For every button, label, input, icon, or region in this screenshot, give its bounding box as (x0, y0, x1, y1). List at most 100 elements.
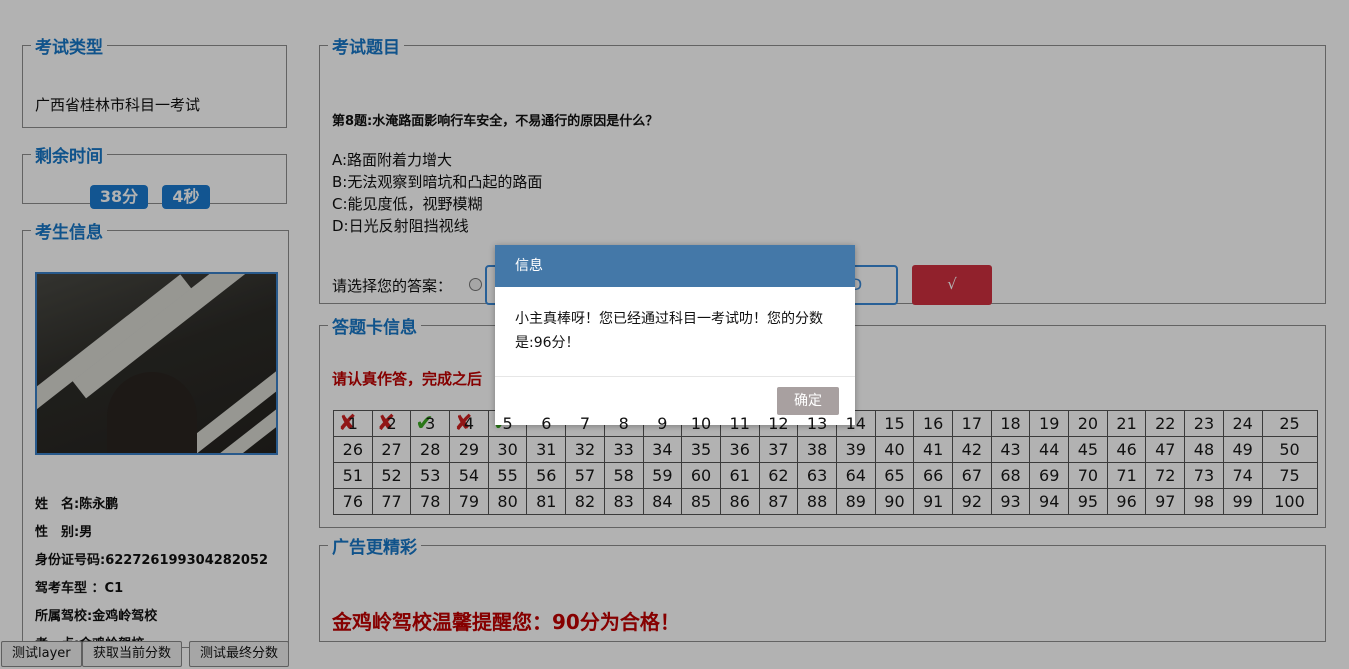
answer-card-number: 85 (690, 492, 712, 511)
answer-card-number: 60 (690, 466, 712, 485)
answer-card-number: 66 (922, 466, 944, 485)
dialog-ok-button[interactable]: 确定 (777, 387, 839, 415)
answer-card-number: 48 (1193, 440, 1215, 459)
answer-card-number: 5 (502, 414, 513, 433)
answer-card-number: 16 (922, 414, 944, 433)
answer-card-number: 15 (884, 414, 905, 433)
answer-card-number: 54 (458, 466, 480, 485)
answer-card-number: 92 (961, 492, 983, 511)
answer-card-number: 57 (574, 466, 596, 485)
answer-card-number: 19 (1039, 414, 1060, 433)
answer-card-number: 53 (420, 466, 441, 485)
answer-card-number: 39 (845, 440, 866, 459)
answer-card-number: 71 (1116, 466, 1137, 485)
answer-card-number: 42 (961, 440, 983, 459)
answer-card-number: 72 (1155, 466, 1176, 485)
answer-card-number: 61 (729, 466, 750, 485)
answer-card-number: 63 (806, 466, 828, 485)
answer-card-number: 68 (1000, 466, 1021, 485)
answer-card-number: 1 (347, 414, 358, 433)
answer-card-number: 98 (1193, 492, 1215, 511)
answer-card-number: 84 (652, 492, 673, 511)
answer-card-number: 25 (1279, 414, 1300, 433)
answer-card-number: 76 (342, 492, 364, 511)
answer-card-number: 27 (381, 440, 402, 459)
answer-card-number: 30 (497, 440, 518, 459)
answer-card-number: 47 (1155, 440, 1176, 459)
answer-card-number: 62 (768, 466, 789, 485)
answer-card-number: 31 (536, 440, 557, 459)
answer-card-number: 3 (425, 414, 436, 433)
answer-card-number: 28 (420, 440, 441, 459)
answer-card-number: 38 (806, 440, 828, 459)
answer-card-number: 14 (845, 414, 866, 433)
answer-card-number: 40 (884, 440, 905, 459)
answer-card-number: 43 (1000, 440, 1021, 459)
answer-card-number: 22 (1155, 414, 1176, 433)
answer-card-number: 80 (497, 492, 518, 511)
answer-card-number: 59 (652, 466, 673, 485)
answer-card-number: 82 (574, 492, 596, 511)
dialog-title: 信息 (495, 245, 855, 287)
answer-card-number: 26 (342, 440, 364, 459)
answer-card-number: 67 (961, 466, 983, 485)
answer-card-number: 9 (657, 414, 668, 433)
answer-card-number: 37 (768, 440, 789, 459)
answer-card-number: 89 (845, 492, 866, 511)
answer-card-number: 90 (884, 492, 905, 511)
answer-card-number: 56 (536, 466, 557, 485)
answer-card-number: 78 (420, 492, 441, 511)
dialog-message: 小主真棒呀！您已经通过科目一考试叻！您的分数是:96分！ (515, 311, 823, 351)
answer-card-number: 24 (1232, 414, 1253, 433)
answer-card-number: 11 (729, 414, 750, 433)
answer-card-number: 88 (806, 492, 828, 511)
answer-card-number: 34 (652, 440, 673, 459)
answer-card-number: 20 (1077, 414, 1099, 433)
answer-card-number: 45 (1077, 440, 1099, 459)
answer-card-number: 58 (613, 466, 634, 485)
answer-card-number: 7 (579, 414, 591, 433)
answer-card-number: 73 (1193, 466, 1215, 485)
answer-card-number: 86 (729, 492, 750, 511)
answer-card-number: 77 (381, 492, 402, 511)
answer-card-number: 83 (613, 492, 634, 511)
answer-card-number: 35 (690, 440, 712, 459)
answer-card-number: 21 (1116, 414, 1137, 433)
answer-card-number: 55 (497, 466, 518, 485)
answer-card-number: 4 (463, 414, 474, 433)
answer-card-number: 97 (1155, 492, 1176, 511)
answer-card-number: 52 (381, 466, 402, 485)
answer-card-number: 91 (922, 492, 944, 511)
answer-card-number: 10 (690, 414, 712, 433)
answer-card-number: 8 (618, 414, 629, 433)
answer-card-number: 69 (1039, 466, 1060, 485)
answer-card-number: 33 (613, 440, 634, 459)
answer-card-number: 44 (1039, 440, 1060, 459)
score-dialog: 信息 小主真棒呀！您已经通过科目一考试叻！您的分数是:96分！ 确定 (495, 245, 855, 425)
answer-card-number: 95 (1077, 492, 1099, 511)
answer-card-number: 79 (458, 492, 480, 511)
answer-card-number: 87 (768, 492, 789, 511)
answer-card-number: 70 (1077, 466, 1099, 485)
answer-card-number: 18 (1000, 414, 1021, 433)
answer-card-number: 100 (1274, 492, 1305, 511)
answer-card-number: 49 (1232, 440, 1253, 459)
answer-card-number: 50 (1279, 440, 1300, 459)
answer-card-number: 12 (768, 414, 789, 433)
answer-card-number: 23 (1193, 414, 1215, 433)
answer-card-number: 17 (961, 414, 983, 433)
answer-card-number: 94 (1039, 492, 1060, 511)
answer-card-number: 46 (1116, 440, 1137, 459)
answer-card-number: 65 (884, 466, 905, 485)
answer-card-number: 13 (806, 414, 828, 433)
answer-card-number: 29 (458, 440, 480, 459)
answer-card-number: 41 (922, 440, 944, 459)
answer-card-number: 81 (536, 492, 557, 511)
answer-card-number: 99 (1232, 492, 1253, 511)
answer-card-number: 2 (386, 414, 397, 433)
answer-card-number: 36 (729, 440, 750, 459)
answer-card-number: 51 (342, 466, 364, 485)
answer-card-number: 74 (1232, 466, 1253, 485)
answer-card-number: 75 (1279, 466, 1300, 485)
answer-card-number: 32 (574, 440, 596, 459)
